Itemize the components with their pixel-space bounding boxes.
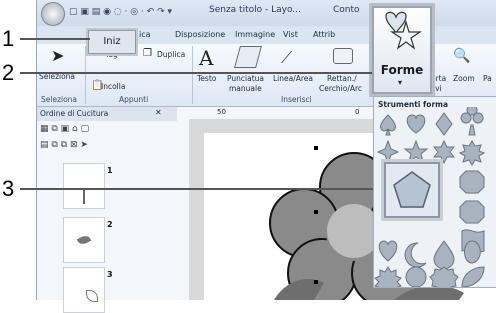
- selection-handle[interactable]: [314, 280, 318, 284]
- octagon2-shape-icon: [459, 200, 485, 224]
- linea-area-button[interactable]: Linea/Area: [273, 74, 313, 83]
- heart2-shape-icon: [378, 240, 398, 262]
- list-item[interactable]: [63, 267, 105, 313]
- forme-button[interactable]: Forme ▾: [372, 6, 432, 94]
- rettangolo-button[interactable]: Rettan./: [327, 74, 357, 83]
- punciatua-button[interactable]: Punciatua: [227, 74, 264, 83]
- badge-shape-icon: [429, 266, 459, 287]
- pentagon-shape-button[interactable]: [384, 162, 440, 218]
- group-seleziona: Seleziona: [41, 95, 78, 104]
- ruler-mark: 50: [217, 108, 226, 116]
- chevron-down-icon: ▾: [398, 78, 403, 87]
- cerchio-arco-label: Cerchio/Arc: [319, 84, 363, 93]
- ivi-label: ivi: [433, 84, 442, 93]
- octagon-shape-icon: [459, 170, 485, 194]
- spade-shape-icon: [380, 114, 396, 136]
- leaf-thumbnail: [76, 233, 92, 247]
- window-title-right: Conto: [333, 5, 360, 15]
- leaf-shape-icon: [461, 266, 485, 287]
- tab-vista[interactable]: Vist: [283, 30, 298, 39]
- burst-shape-icon: [374, 266, 402, 287]
- forme-label: Forme: [380, 63, 424, 77]
- panel-toolbar[interactable]: ▦ ⧉ ▣ ⌂ ▢: [40, 124, 89, 134]
- zoom-icon: 🔍: [453, 48, 471, 64]
- heart-shape-icon: [406, 114, 426, 134]
- incolla-button[interactable]: Incolla: [101, 82, 125, 91]
- testo-button[interactable]: Testo: [197, 74, 216, 83]
- oval-shape-icon: [464, 240, 481, 264]
- callout-line-3: [20, 188, 384, 190]
- divider: [85, 46, 86, 104]
- ruler-mark: 0: [355, 108, 360, 116]
- tab-disposizione[interactable]: Disposizione: [175, 30, 225, 39]
- selection-handle[interactable]: [314, 210, 318, 214]
- flower-shape-icon: [405, 266, 427, 287]
- stem-thumbnail: [83, 188, 85, 204]
- group-appunti: Appunti: [119, 95, 149, 104]
- club-shape-icon: [460, 107, 484, 136]
- zoom-button[interactable]: Zoom: [453, 74, 475, 83]
- diamond-shape-icon: [435, 112, 453, 136]
- star5-shape-icon: [403, 139, 429, 164]
- paste-icon: 📋: [91, 80, 104, 91]
- tab-home[interactable]: Iniz: [88, 30, 136, 54]
- callout-2: 2: [2, 60, 15, 85]
- divider: [192, 46, 193, 104]
- porta-button[interactable]: orta: [431, 74, 446, 83]
- select-arrow-icon[interactable]: ➤: [51, 46, 71, 66]
- selection-handle[interactable]: [314, 146, 318, 150]
- line-area-icon: ⟋: [281, 48, 293, 67]
- leaf-outline-thumbnail: [86, 290, 98, 302]
- manuale-label: manuale: [229, 84, 262, 93]
- panel-title: Ordine di Cucitura: [40, 109, 109, 118]
- star8-shape-icon: [458, 140, 486, 166]
- star6-shape-icon: [432, 139, 456, 165]
- app-menu-button[interactable]: [41, 2, 65, 26]
- callout-line-1: [20, 38, 90, 40]
- duplica-button[interactable]: Duplica: [157, 50, 185, 59]
- list-item-number: 1: [107, 166, 113, 175]
- tab-partial[interactable]: ica: [139, 30, 151, 39]
- tab-attributi[interactable]: Attrib: [313, 30, 335, 39]
- duplicate-icon: ❐: [143, 48, 152, 59]
- quick-access-toolbar[interactable]: ▢ ▣ ▤ ◉ ◌ · ◎ · ↶ ↷ ▾: [69, 7, 172, 17]
- pa-button[interactable]: Pa: [483, 74, 492, 83]
- shapes-icon: [385, 11, 422, 50]
- callout-3: 3: [2, 176, 15, 201]
- moon-shape-icon: [404, 242, 427, 268]
- tab-immagine[interactable]: Immagine: [235, 30, 275, 39]
- group-inserisci: Inserisci: [281, 95, 312, 104]
- manual-stitch-icon: [234, 46, 262, 68]
- list-item[interactable]: [63, 163, 105, 209]
- list-item[interactable]: [63, 217, 105, 263]
- callout-line-2: [20, 72, 372, 74]
- panel-toolbar-2[interactable]: ▤ ⧉ ⧉ ⊠ ➤: [40, 140, 88, 150]
- panel-header: Ordine di Cucitura ✕: [37, 107, 177, 121]
- rectangle-icon: [333, 48, 353, 64]
- close-icon[interactable]: ✕: [155, 108, 162, 117]
- star4-shape-icon: [376, 139, 400, 165]
- stitch-order-panel: Ordine di Cucitura ✕ ▦ ⧉ ▣ ⌂ ▢ ▤ ⧉ ⧉ ⊠ ➤…: [37, 107, 178, 313]
- pentagon-icon: [393, 171, 431, 208]
- text-a-icon: A: [199, 46, 214, 70]
- callout-1: 1: [2, 26, 15, 51]
- window-title: Senza titolo - Layo...: [209, 5, 301, 15]
- list-item-number: 2: [107, 220, 113, 229]
- drop-shape-icon: [433, 240, 455, 270]
- list-item-number: 3: [107, 270, 113, 279]
